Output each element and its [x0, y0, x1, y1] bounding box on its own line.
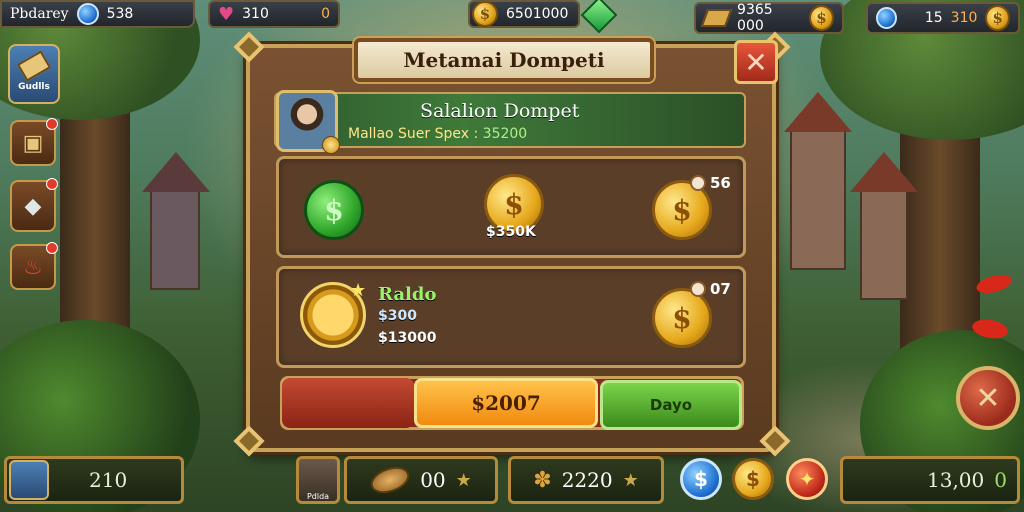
- item-slot-2[interactable]: ✽ 2220 ★: [508, 456, 664, 504]
- wallet-subtitle-value: 35200: [482, 126, 528, 142]
- guild-button[interactable]: Gudlls: [8, 44, 60, 104]
- energy-extra: 0: [321, 6, 330, 22]
- resource-panel-right[interactable]: 9365 000 $: [694, 2, 844, 34]
- green-dollar-coin[interactable]: $: [304, 180, 364, 240]
- close-x-icon: ✕: [744, 45, 768, 79]
- heart-icon: ♥: [218, 3, 235, 25]
- portrait-slot[interactable]: Pdlda: [296, 456, 340, 504]
- coin-icon: $: [985, 5, 1010, 31]
- avatar-badge-icon: [322, 136, 340, 154]
- wallet-subtitle: Mallao Suer Spex : 35200: [348, 126, 527, 142]
- player-panel[interactable]: Pbdarey 538: [0, 0, 195, 28]
- wood-icon: [700, 9, 733, 27]
- energy-count: 310: [242, 6, 269, 22]
- ore-icon: ✽: [533, 467, 552, 493]
- dialog-title: Metamai Dompeti: [354, 38, 654, 82]
- player-name: Pbdarey: [10, 6, 69, 22]
- blue-gem-icon: [876, 7, 897, 29]
- map-icon: [9, 460, 49, 500]
- dialog-title-text: Metamai Dompeti: [403, 48, 605, 72]
- gem-count: 538: [106, 6, 134, 22]
- coin-icon: $: [808, 5, 834, 31]
- confirm-button[interactable]: Dayo: [600, 380, 742, 430]
- item-slot-1-value: 00: [420, 468, 446, 492]
- purchase-button-label: $2007: [471, 391, 541, 415]
- resource-value: 9365 000: [737, 2, 773, 34]
- gold-dollar-button[interactable]: $: [732, 458, 774, 500]
- coin-badge: 07: [690, 280, 731, 298]
- coin-badge: 56: [690, 174, 731, 192]
- coin-badge-value: 07: [710, 280, 731, 298]
- bottom-left-value: 210: [89, 468, 128, 492]
- resource-count-2: 310: [950, 10, 978, 26]
- star-icon: ★: [455, 469, 472, 491]
- lock-icon: [690, 281, 706, 297]
- confirm-button-label: Dayo: [649, 396, 693, 414]
- coin-value: $350K: [486, 224, 536, 240]
- battle-button[interactable]: ✕: [956, 366, 1020, 430]
- balance-total: $13000: [378, 330, 437, 346]
- notification-dot: [46, 118, 58, 130]
- scroll-icon: [16, 50, 52, 82]
- star-icon: ★: [622, 469, 639, 491]
- bottom-right-panel[interactable]: 13,00 0: [840, 456, 1020, 504]
- wallet-title: Salalion Dompet: [420, 100, 580, 122]
- balance-amount: $300: [378, 308, 417, 324]
- gold-coin-icon: $: [472, 1, 498, 27]
- blue-dollar-button[interactable]: $: [680, 458, 722, 500]
- bottom-right-suffix: 0: [994, 468, 1007, 492]
- wallet-subtitle-label: Mallao Suer Spex :: [348, 126, 483, 142]
- bottom-right-value: 13,00: [927, 468, 985, 492]
- guild-label: Gudlls: [18, 82, 50, 92]
- board-icon: ▣: [22, 130, 44, 156]
- star-icon: ★: [350, 280, 367, 301]
- inventory-button[interactable]: ◆: [10, 178, 58, 232]
- item-slot-1[interactable]: 00 ★: [344, 456, 498, 504]
- cancel-button[interactable]: [282, 378, 414, 428]
- close-button[interactable]: ✕: [734, 40, 778, 84]
- energy-panel[interactable]: ♥ 310 0: [208, 0, 340, 28]
- portrait-caption: Pdlda: [306, 492, 330, 501]
- gold-panel[interactable]: $ 6501000: [468, 0, 580, 28]
- bread-icon: [367, 461, 414, 499]
- lock-icon: [690, 175, 706, 191]
- quest-button[interactable]: ▣: [10, 118, 58, 166]
- resource-count: 15: [924, 10, 943, 26]
- notification-dot: [46, 178, 58, 190]
- resource-panel-count[interactable]: 15 310 $: [866, 2, 1020, 34]
- coin-badge-value: 56: [710, 174, 731, 192]
- bottom-left-panel[interactable]: 210: [4, 456, 184, 504]
- potion-icon: ♨: [23, 254, 43, 280]
- purchase-button[interactable]: $2007: [414, 378, 598, 428]
- item-slot-2-value: 2220: [561, 468, 613, 492]
- balance-label: Raldo: [378, 284, 437, 305]
- potion-button[interactable]: ♨: [10, 242, 58, 290]
- crystal-icon: ◆: [24, 193, 42, 219]
- gold-count: 6501000: [506, 6, 569, 22]
- chili-icon[interactable]: [974, 271, 1014, 297]
- gem-icon: [76, 3, 99, 25]
- emerald-icon[interactable]: [580, 0, 618, 34]
- gift-button[interactable]: ✦: [786, 458, 828, 500]
- notification-dot: [46, 242, 58, 254]
